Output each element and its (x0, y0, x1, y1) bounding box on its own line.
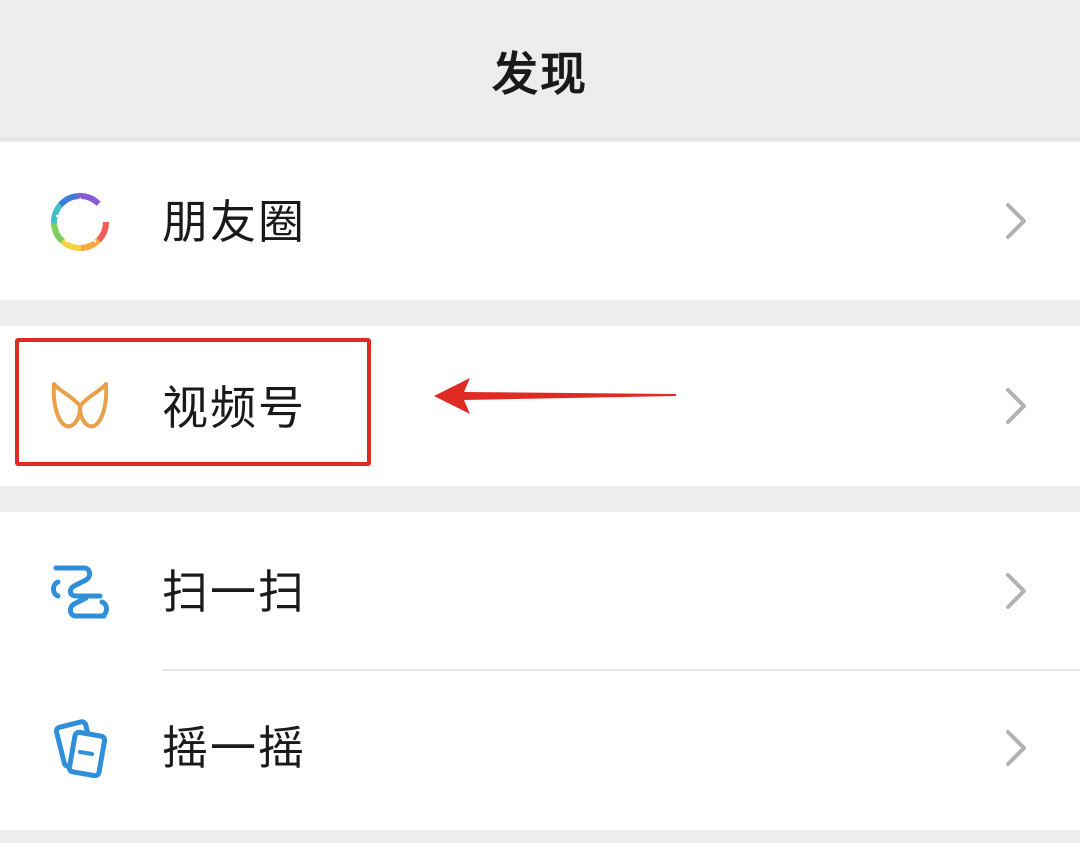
menu-item-scan[interactable]: 扫一扫 (0, 512, 1080, 670)
chevron-right-icon (1000, 199, 1030, 243)
top-bar: 发现 (0, 0, 1080, 140)
menu-item-label: 扫一扫 (162, 565, 306, 619)
chevron-right-icon (1000, 384, 1030, 428)
red-arrow-icon (430, 374, 680, 418)
menu-item-label: 摇一摇 (162, 721, 306, 775)
menu-item-moments[interactable]: 朋友圈 (0, 142, 1080, 300)
moments-aperture-icon (44, 186, 116, 258)
section-scan-shake: 扫一扫 摇一摇 (0, 512, 1080, 830)
section-moments: 朋友圈 (0, 142, 1080, 300)
chevron-right-icon (1000, 726, 1030, 770)
scan-icon (44, 556, 116, 628)
menu-item-label: 朋友圈 (162, 195, 306, 249)
row-divider (162, 669, 1080, 671)
page-title: 发现 (492, 47, 588, 101)
menu-item-shake[interactable]: 摇一摇 (0, 672, 1080, 830)
highlight-box (15, 338, 371, 466)
shake-icon (44, 712, 116, 784)
chevron-right-icon (1000, 569, 1030, 613)
